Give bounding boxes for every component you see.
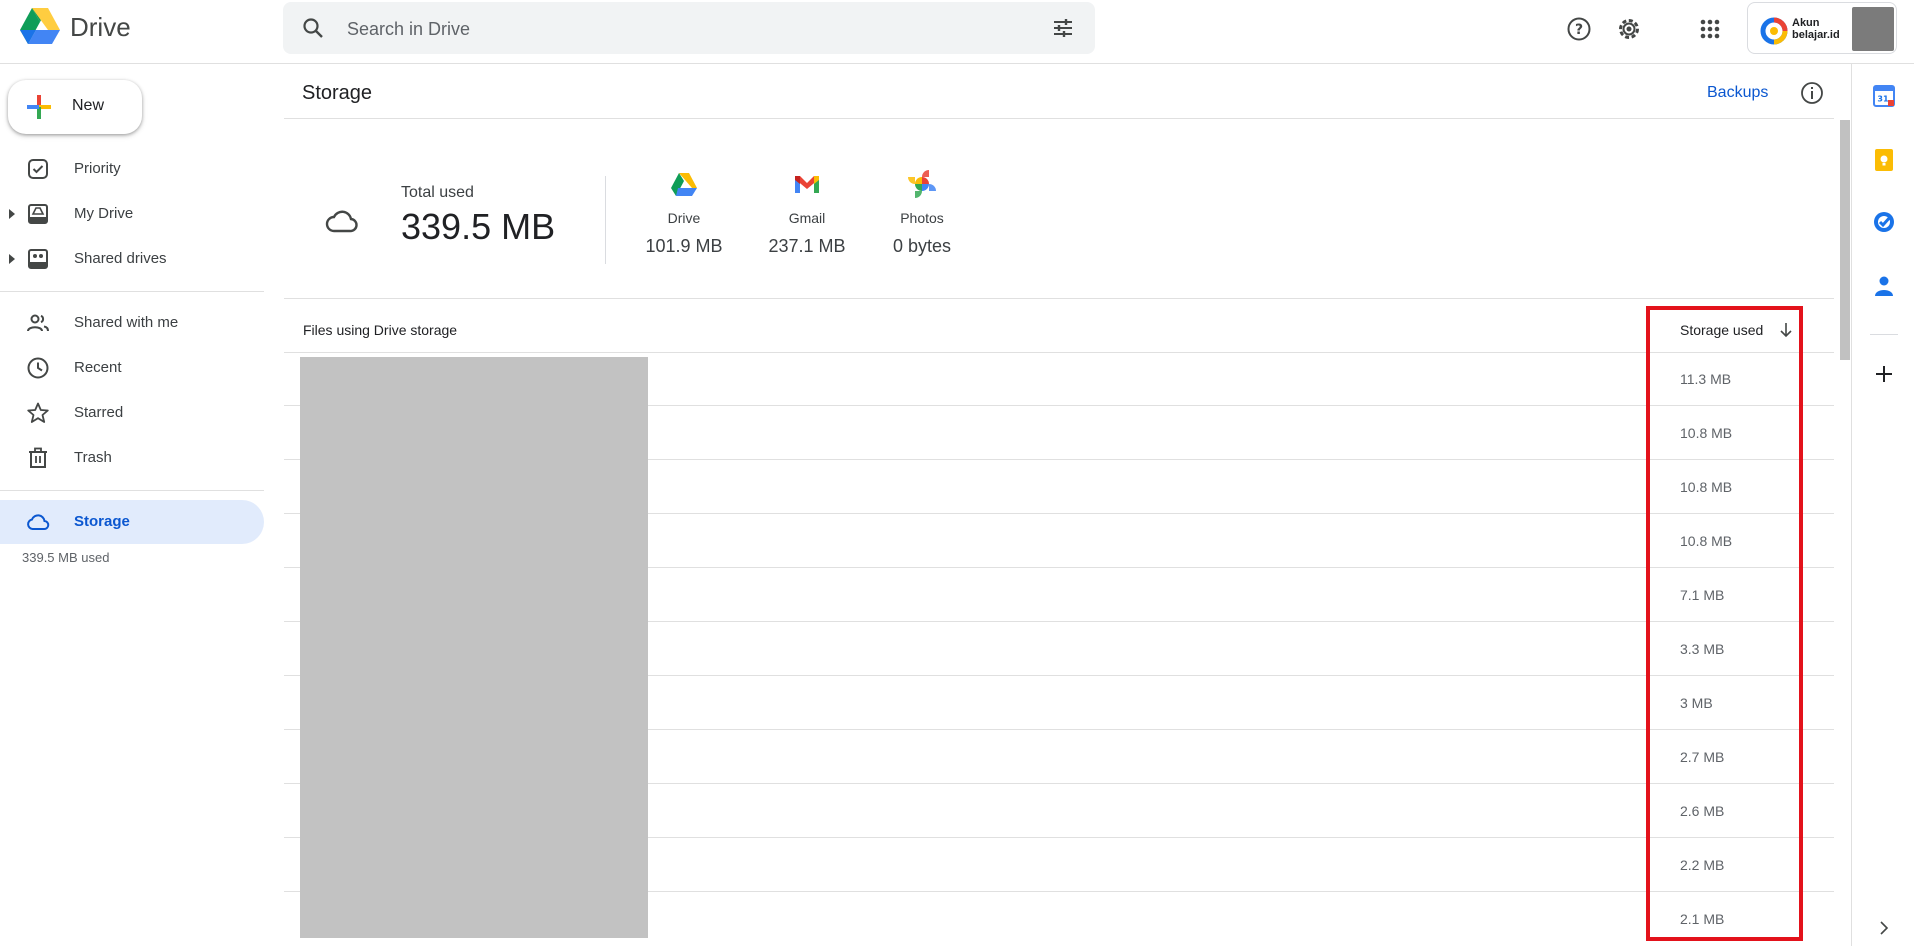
sidebar-divider xyxy=(0,291,264,292)
account-label: Akun belajar.id xyxy=(1792,17,1852,41)
cloud-icon xyxy=(27,514,50,530)
scrollbar[interactable] xyxy=(1840,120,1850,360)
sidebar-item-label: Starred xyxy=(74,404,124,421)
trash-icon xyxy=(29,447,47,468)
service-photos: Photos 0 bytes xyxy=(867,170,977,257)
people-icon xyxy=(27,314,49,332)
sidebar-item-recent[interactable]: Recent xyxy=(0,346,264,390)
sidebar-item-label: Storage xyxy=(74,513,130,530)
sidebar-item-shared-drives[interactable]: Shared drives xyxy=(0,237,264,281)
search-icon[interactable] xyxy=(301,16,325,40)
account-line-2: belajar.id xyxy=(1792,29,1840,41)
belajar-logo-icon xyxy=(1760,17,1788,45)
apps-grid-icon[interactable] xyxy=(1696,15,1724,43)
tasks-icon[interactable] xyxy=(1872,210,1896,234)
cloud-icon xyxy=(325,210,358,233)
plus-icon xyxy=(27,95,51,119)
search-bar[interactable] xyxy=(283,2,1095,54)
summary-bottom-divider xyxy=(284,298,1834,299)
drive-icon xyxy=(671,173,697,196)
svg-text:31: 31 xyxy=(1877,95,1889,104)
sidebar-item-label: Shared with me xyxy=(74,314,179,331)
side-panel-rail: 31 xyxy=(1851,64,1914,946)
sidebar-item-priority[interactable]: Priority xyxy=(0,147,264,191)
sidebar-divider xyxy=(0,490,264,491)
shared-drives-icon xyxy=(28,249,48,269)
sidebar-item-label: Priority xyxy=(74,160,121,177)
service-size: 0 bytes xyxy=(892,236,952,256)
service-name: Gmail xyxy=(788,210,826,226)
avatar[interactable] xyxy=(1852,7,1894,51)
service-size: 101.9 MB xyxy=(645,236,723,256)
total-used-label: Total used xyxy=(401,184,474,201)
top-bar: Drive ? xyxy=(0,0,1914,64)
my-drive-icon xyxy=(28,204,48,224)
svg-text:?: ? xyxy=(1575,22,1583,38)
gmail-icon xyxy=(795,176,819,193)
sidebar-item-trash[interactable]: Trash xyxy=(0,436,264,480)
add-icon[interactable] xyxy=(1872,362,1896,386)
summary-divider xyxy=(605,176,606,264)
info-icon[interactable] xyxy=(1799,80,1825,106)
service-name: Drive xyxy=(667,210,701,226)
header-divider xyxy=(284,118,1834,119)
sidebar-item-shared-with-me[interactable]: Shared with me xyxy=(0,301,264,345)
sidebar-item-storage[interactable]: Storage xyxy=(0,500,264,544)
priority-icon xyxy=(28,159,48,179)
sidebar-item-label: Trash xyxy=(74,449,112,466)
photos-icon xyxy=(908,170,936,198)
account-switcher[interactable]: Akun belajar.id xyxy=(1747,2,1897,54)
drive-logo[interactable] xyxy=(18,6,62,46)
service-name: Photos xyxy=(900,210,944,226)
contacts-icon[interactable] xyxy=(1872,274,1896,298)
files-list-title: Files using Drive storage xyxy=(303,322,458,338)
app-name: Drive xyxy=(70,12,131,42)
sidebar-item-label: Shared drives xyxy=(74,250,167,267)
service-drive: Drive 101.9 MB xyxy=(629,170,739,257)
new-button-label: New xyxy=(72,97,105,114)
sidebar-item-label: My Drive xyxy=(74,205,134,222)
service-gmail: Gmail 237.1 MB xyxy=(752,170,862,257)
settings-icon[interactable] xyxy=(1615,15,1643,43)
sidebar-item-starred[interactable]: Starred xyxy=(0,391,264,435)
search-input[interactable] xyxy=(347,16,987,42)
star-icon xyxy=(27,402,49,423)
search-options-icon[interactable] xyxy=(1051,16,1075,40)
new-button[interactable]: New xyxy=(8,80,142,134)
account-line-1: Akun xyxy=(1792,17,1820,29)
rail-divider xyxy=(1870,334,1898,335)
sidebar-item-my-drive[interactable]: My Drive xyxy=(0,192,264,236)
clock-icon xyxy=(27,357,49,379)
chevron-right-icon[interactable] xyxy=(1876,920,1892,936)
storage-used-summary: 339.5 MB used xyxy=(22,550,110,565)
help-icon[interactable]: ? xyxy=(1565,15,1593,43)
total-used-value: 339.5 MB xyxy=(401,206,556,247)
sidebar-item-label: Recent xyxy=(74,359,122,376)
backups-link[interactable]: Backups xyxy=(1707,84,1768,102)
storage-used-highlight-box xyxy=(1646,306,1803,941)
keep-icon[interactable] xyxy=(1872,148,1896,172)
redacted-file-names xyxy=(300,357,648,938)
caret-right-icon[interactable] xyxy=(8,253,16,265)
caret-right-icon[interactable] xyxy=(8,208,16,220)
page-title: Storage xyxy=(302,82,373,104)
calendar-icon[interactable]: 31 xyxy=(1872,84,1896,108)
service-size: 237.1 MB xyxy=(768,236,846,256)
